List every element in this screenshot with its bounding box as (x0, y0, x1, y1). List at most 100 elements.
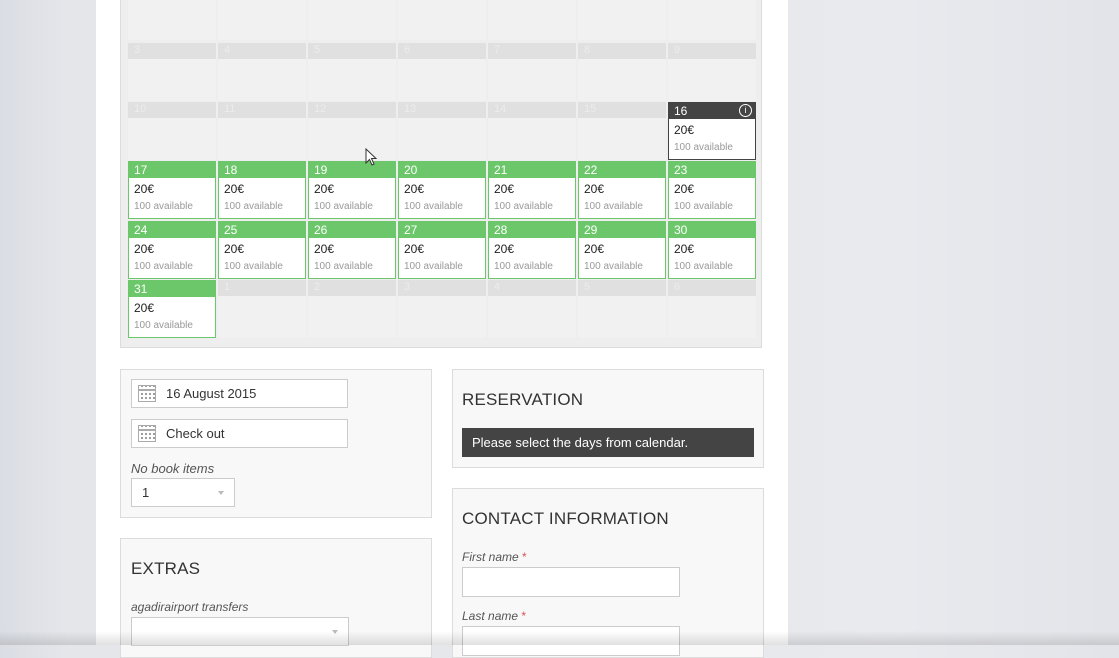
calendar-day-number: 28 (489, 222, 575, 238)
calendar-day-number: 19 (309, 162, 395, 178)
calendar-day-available[interactable]: 18 20€ 100 available (218, 161, 306, 219)
calendar-day-available[interactable]: 31 20€ 100 available (128, 280, 216, 338)
calendar-icon (138, 385, 156, 402)
day-number-text: 22 (584, 163, 598, 177)
check-in-field[interactable]: 16 August 2015 (131, 379, 348, 408)
day-number-text: 25 (224, 223, 238, 237)
calendar-day-number: 29 (579, 222, 665, 238)
calendar-day-available[interactable]: 28 20€ 100 available (488, 221, 576, 279)
last-name-label-text: Last name (462, 609, 519, 623)
first-name-label: First name * (462, 550, 527, 564)
calendar-day-available[interactable]: 27 20€ 100 available (398, 221, 486, 279)
calendar-day-availability: 100 available (404, 201, 463, 212)
calendar-day-availability: 100 available (494, 261, 553, 272)
calendar-day-unavailable (308, 0, 396, 40)
calendar-day-price: 20€ (314, 182, 335, 196)
calendar-day-available[interactable]: 30 20€ 100 available (668, 221, 756, 279)
info-icon[interactable]: i (739, 104, 752, 117)
day-number-text: 23 (674, 163, 688, 177)
calendar-day-unavailable: 14 (488, 102, 576, 160)
reservation-message: Please select the days from calendar. (462, 428, 754, 457)
calendar-day-unavailable: 11 (218, 102, 306, 160)
day-number-text: 26 (314, 223, 328, 237)
required-mark: * (521, 609, 527, 623)
calendar-day-unavailable: 9 (668, 43, 756, 101)
calendar-day-availability: 100 available (404, 261, 463, 272)
calendar-day-price: 20€ (134, 242, 155, 256)
calendar-day-number: 3 (404, 281, 411, 293)
calendar-day-available[interactable]: 26 20€ 100 available (308, 221, 396, 279)
calendar-day-number: 8 (584, 44, 591, 56)
calendar-day-number: 9 (674, 44, 681, 56)
bottom-shadow (0, 631, 1119, 645)
calendar-day-number: 3 (134, 44, 141, 56)
calendar-day-number: 12 (314, 103, 327, 115)
calendar-day-price: 20€ (224, 242, 245, 256)
calendar-day-unavailable: 4 (488, 280, 576, 338)
calendar-day-unavailable: 6 (398, 43, 486, 101)
calendar-day-number: 15 (584, 103, 597, 115)
day-number-text: 30 (674, 223, 688, 237)
calendar-day-available[interactable]: 24 20€ 100 available (128, 221, 216, 279)
mouse-cursor-icon (365, 148, 378, 166)
check-out-field[interactable]: Check out (131, 419, 348, 448)
day-number-text: 29 (584, 223, 598, 237)
day-number-text: 31 (134, 282, 148, 296)
calendar-day-availability: 100 available (584, 261, 643, 272)
calendar-day-unavailable: 7 (488, 43, 576, 101)
calendar-day-unavailable: 3 (398, 280, 486, 338)
calendar-day-available[interactable]: 19 20€ 100 available (308, 161, 396, 219)
calendar-day-number: 7 (494, 44, 501, 56)
calendar-day-number: 23 (669, 162, 755, 178)
calendar-day-available[interactable]: 17 20€ 100 available (128, 161, 216, 219)
calendar-day-availability: 100 available (314, 201, 373, 212)
check-out-placeholder: Check out (166, 426, 225, 441)
calendar-day-available[interactable]: 22 20€ 100 available (578, 161, 666, 219)
contact-title: CONTACT INFORMATION (462, 509, 669, 528)
calendar-day-number: 24 (129, 222, 215, 238)
calendar-day-number: 10 (134, 103, 147, 115)
calendar-day-number: 11 (224, 103, 236, 115)
calendar-day-availability: 100 available (224, 201, 283, 212)
calendar-day-unavailable: 12 (308, 102, 396, 160)
calendar-day-available[interactable]: 25 20€ 100 available (218, 221, 306, 279)
calendar-day-price: 20€ (674, 182, 695, 196)
calendar-day-number: 17 (129, 162, 215, 178)
calendar-day-unavailable: 2 (308, 280, 396, 338)
required-mark: * (522, 550, 527, 564)
calendar-icon (138, 425, 156, 442)
reservation-panel: RESERVATION Please select the days from … (452, 369, 764, 468)
calendar-day-number: 14 (494, 103, 507, 115)
calendar-day-available[interactable]: 23 20€ 100 available (668, 161, 756, 219)
calendar-day-availability: 100 available (494, 201, 553, 212)
calendar-day-unavailable: 3 (128, 43, 216, 101)
calendar-day-available[interactable]: 20 20€ 100 available (398, 161, 486, 219)
book-items-select[interactable]: 1 (131, 478, 235, 507)
calendar-day-unavailable (218, 0, 306, 40)
day-number-text: 24 (134, 223, 148, 237)
day-number-text: 19 (314, 163, 328, 177)
day-number-text: 17 (134, 163, 148, 177)
calendar-day-unavailable: 10 (128, 102, 216, 160)
day-number-text: 20 (404, 163, 418, 177)
calendar-day-availability: 100 available (674, 261, 733, 272)
chevron-down-icon (218, 491, 224, 495)
calendar-day-number: 13 (404, 103, 417, 115)
calendar-day-price: 20€ (134, 301, 155, 315)
day-number-text: 18 (224, 163, 238, 177)
calendar-day-price: 20€ (404, 182, 425, 196)
calendar-day-number: 16 i (669, 103, 755, 119)
calendar-day-availability: 100 available (674, 142, 733, 153)
day-number-text: 21 (494, 163, 508, 177)
book-items-value: 1 (142, 485, 150, 500)
calendar-day-availability: 100 available (584, 201, 643, 212)
check-in-value: 16 August 2015 (166, 386, 257, 401)
calendar-day-available[interactable]: 29 20€ 100 available (578, 221, 666, 279)
first-name-input[interactable] (462, 567, 680, 597)
calendar-day-selected[interactable]: 16 i 20€ 100 available (668, 102, 756, 160)
calendar-day-price: 20€ (404, 242, 425, 256)
calendar-day-available[interactable]: 21 20€ 100 available (488, 161, 576, 219)
calendar-day-number: 6 (674, 281, 681, 293)
calendar-day-price: 20€ (224, 182, 245, 196)
calendar-day-price: 20€ (674, 123, 695, 137)
